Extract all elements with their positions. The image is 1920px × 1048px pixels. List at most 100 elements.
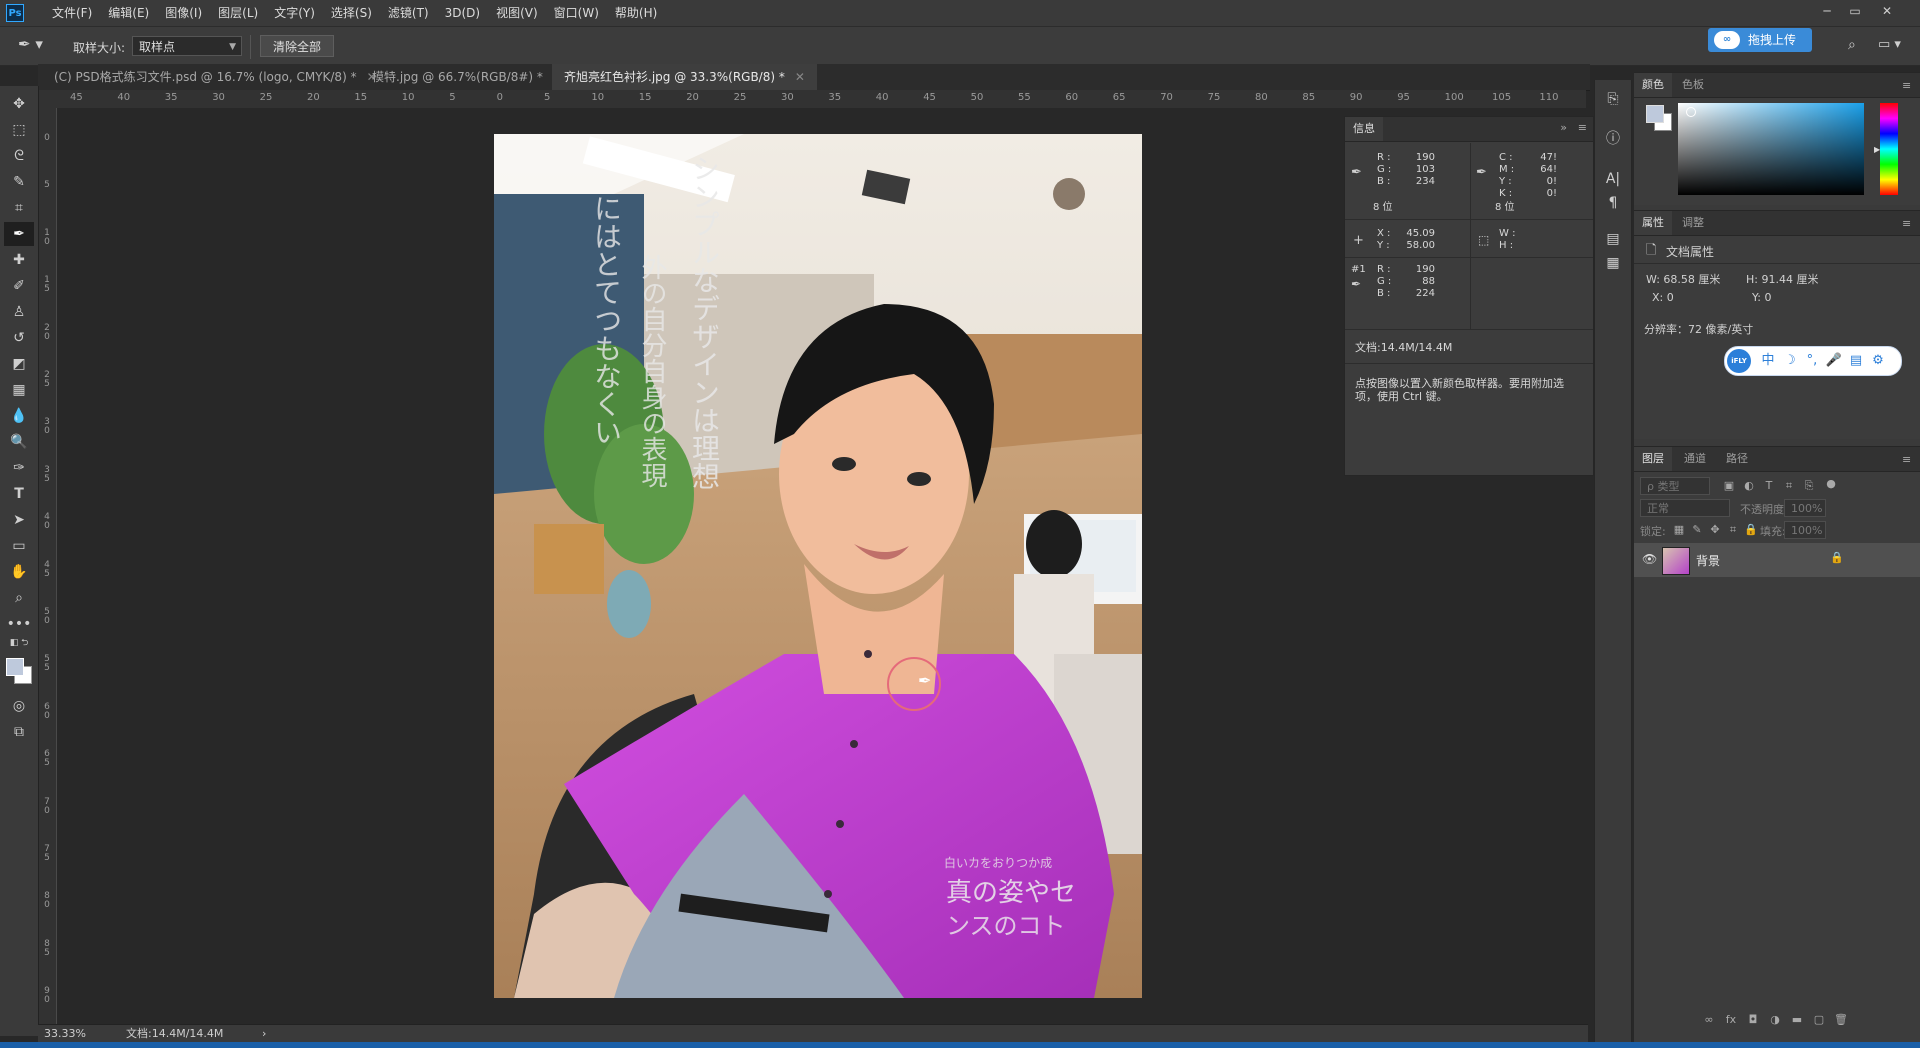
menu-image[interactable]: 图像(I) [157, 0, 210, 26]
panel-menu-icon[interactable]: ≡ [1902, 79, 1914, 92]
menu-file[interactable]: 文件(F) [44, 0, 100, 26]
more-icon[interactable]: ••• [4, 612, 34, 636]
gradient-icon[interactable]: ▦ [4, 378, 34, 402]
panel-menu-icon[interactable]: ≡ [1902, 453, 1914, 466]
visibility-eye-icon[interactable]: 👁 [1642, 552, 1657, 566]
menu-3d[interactable]: 3D(D) [437, 0, 488, 26]
hand-icon[interactable]: ✋ [4, 560, 34, 584]
tab-color[interactable]: 颜色 [1634, 73, 1672, 97]
tab-layers[interactable]: 图层 [1634, 447, 1672, 471]
hue-slider[interactable] [1880, 103, 1898, 195]
link-layers-icon[interactable]: ∞ [1700, 1011, 1718, 1029]
character-icon[interactable]: A| [1601, 168, 1625, 190]
foreground-color-swatch[interactable] [6, 658, 24, 676]
quick-select-icon[interactable]: ✎ [4, 170, 34, 194]
eyedropper-icon[interactable]: ✒ [4, 222, 34, 246]
lock-artboard-icon[interactable]: ⌗ [1724, 521, 1742, 539]
swap-colors-icon[interactable]: ◧ ⮌ [4, 636, 34, 650]
dodge-icon[interactable]: 🔍 [4, 430, 34, 454]
color-picker-field[interactable] [1678, 103, 1864, 195]
layer-filter-select[interactable]: ρ 类型 [1640, 477, 1710, 495]
screen-mode-icon[interactable]: ⧉ [4, 720, 34, 744]
notes-icon[interactable]: ▦ [1601, 252, 1625, 274]
tab-psd-practice[interactable]: (C) PSD格式练习文件.psd @ 16.7% (logo, CMYK/8)… [42, 64, 389, 90]
opacity-input[interactable]: 100% [1784, 499, 1826, 517]
lock-pixels-icon[interactable]: ✎ [1688, 521, 1706, 539]
hue-slider-handle[interactable]: ▶ [1874, 145, 1880, 154]
move-icon[interactable]: ✥ [4, 92, 34, 116]
info-icon[interactable]: ⓘ [1601, 128, 1625, 150]
menu-select[interactable]: 选择(S) [323, 0, 380, 26]
paragraph-icon[interactable]: ¶ [1601, 192, 1625, 214]
marquee-icon[interactable]: ⬚ [4, 118, 34, 142]
fx-icon[interactable]: fx [1722, 1011, 1740, 1029]
document-image[interactable]: ✒ シンプルなデザインは理想 外の自分自身の表現 にはとてつもなくい 白いカをお… [494, 134, 1142, 998]
new-layer-icon[interactable]: ▢ [1810, 1011, 1828, 1029]
history-brush-icon[interactable]: ↺ [4, 326, 34, 350]
close-button[interactable]: ✕ [1874, 0, 1900, 22]
chinese-mode-icon[interactable]: 中 [1759, 351, 1777, 371]
lock-transparent-icon[interactable]: ▦ [1670, 521, 1688, 539]
workspace-icon[interactable]: ▭ ▾ [1878, 37, 1901, 52]
color-picker-handle[interactable] [1686, 107, 1696, 117]
menu-layer[interactable]: 图层(L) [210, 0, 266, 26]
keyboard-icon[interactable]: ▤ [1847, 351, 1865, 371]
layer-mask-icon[interactable]: ◘ [1744, 1011, 1762, 1029]
tab-info[interactable]: 信息 [1345, 117, 1383, 141]
tab-model[interactable]: 模特.jpg @ 66.7%(RGB/8#) *✕ [360, 64, 575, 90]
adjustment-filter-icon[interactable]: ◐ [1740, 477, 1758, 495]
tab-red-shirt[interactable]: 齐旭亮红色衬衫.jpg @ 33.3%(RGB/8) * ✕ [552, 64, 817, 90]
microphone-icon[interactable]: 🎤 [1825, 351, 1843, 371]
type-filter-icon[interactable]: T [1760, 477, 1778, 495]
eyedropper-icon[interactable]: ✒ ▾ [18, 35, 48, 57]
zoom-icon[interactable]: ⌕ [4, 586, 34, 610]
blur-icon[interactable]: 💧 [4, 404, 34, 428]
quick-mask-icon[interactable]: ◎ [4, 694, 34, 718]
menu-filter[interactable]: 滤镜(T) [380, 0, 437, 26]
zoom-level[interactable]: 33.33% [44, 1025, 86, 1043]
tab-paths[interactable]: 路径 [1718, 447, 1756, 471]
clear-all-button[interactable]: 清除全部 [260, 35, 334, 57]
shape-icon[interactable]: ▭ [4, 534, 34, 558]
type-icon[interactable]: T [4, 482, 34, 506]
settings-gear-icon[interactable]: ⚙ [1869, 351, 1887, 371]
panel-menu-icon[interactable]: ≡ [1902, 217, 1914, 230]
menu-view[interactable]: 视图(V) [488, 0, 546, 26]
image-filter-icon[interactable]: ▣ [1720, 477, 1738, 495]
moon-icon[interactable]: ☽ [1781, 351, 1799, 371]
foreground-color-swatch[interactable] [1646, 105, 1664, 123]
layer-background[interactable]: 👁 背景 🔒 [1634, 543, 1920, 577]
close-icon[interactable]: ✕ [795, 70, 805, 84]
menu-type[interactable]: 文字(Y) [266, 0, 323, 26]
menu-window[interactable]: 窗口(W) [546, 0, 607, 26]
crop-icon[interactable]: ⌗ [4, 196, 34, 220]
lasso-icon[interactable]: ᘓ [4, 144, 34, 168]
minimize-button[interactable]: ─ [1814, 0, 1840, 22]
maximize-button[interactable]: ▭ [1842, 0, 1868, 22]
trash-icon[interactable]: 🗑 [1832, 1011, 1850, 1029]
fill-input[interactable]: 100% [1784, 521, 1826, 539]
menu-edit[interactable]: 编辑(E) [100, 0, 157, 26]
search-icon[interactable]: ⌕ [1848, 37, 1856, 53]
history-icon[interactable]: ⎘ [1601, 88, 1625, 110]
brush-icon[interactable]: ✐ [4, 274, 34, 298]
new-group-icon[interactable]: ▬ [1788, 1011, 1806, 1029]
collapse-icon[interactable]: » [1560, 121, 1567, 134]
upload-button[interactable]: ∞ 拖拽上传 [1708, 28, 1812, 52]
adjustment-layer-icon[interactable]: ◑ [1766, 1011, 1784, 1029]
tab-properties[interactable]: 属性 [1634, 211, 1672, 235]
eraser-icon[interactable]: ◩ [4, 352, 34, 376]
tab-adjustments[interactable]: 调整 [1674, 211, 1712, 235]
status-arrow-icon[interactable]: › [262, 1025, 266, 1043]
lock-position-icon[interactable]: ✥ [1706, 521, 1724, 539]
punctuation-icon[interactable]: °, [1803, 351, 1821, 371]
path-select-icon[interactable]: ➤ [4, 508, 34, 532]
lock-all-icon[interactable]: 🔒 [1742, 521, 1760, 539]
panel-menu-icon[interactable]: ≡ [1578, 121, 1587, 134]
filter-toggle-icon[interactable]: ● [1822, 475, 1840, 493]
sample-size-select[interactable]: 取样点 ▼ [132, 36, 242, 56]
blend-mode-select[interactable]: 正常 [1640, 499, 1730, 517]
smart-object-filter-icon[interactable]: ⎘ [1800, 477, 1818, 495]
stamp-icon[interactable]: ♙ [4, 300, 34, 324]
tab-swatches[interactable]: 色板 [1674, 73, 1712, 97]
